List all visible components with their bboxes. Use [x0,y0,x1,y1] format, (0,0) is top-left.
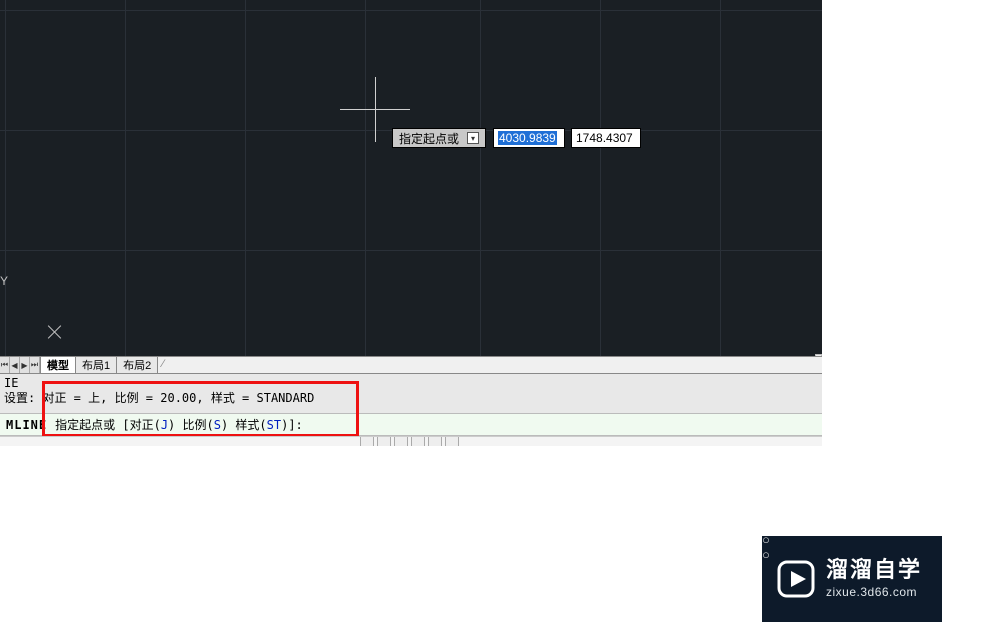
tab-layout1[interactable]: 布局1 [76,357,117,373]
play-logo-icon [776,559,816,599]
brand-title-zh: 溜溜自学 [826,559,922,581]
tab-model[interactable]: 模型 [41,357,76,373]
command-area: IE 设置: 对正 = 上, 比例 = 20.00, 样式 = STANDARD… [0,374,822,436]
tab-nav-last-icon[interactable]: ⏭ [30,357,40,373]
tab-end-divider: ∕ [158,357,168,373]
tabs-nav-buttons: ⏮ ◀ ▶ ⏭ [0,357,41,373]
tab-nav-prev-icon[interactable]: ◀ [10,357,20,373]
dynamic-input-prompt-text: 指定起点或 [399,130,459,147]
grid-line [245,0,246,356]
grid-line [720,0,721,356]
command-history-line: IE [4,376,820,391]
grid-line [0,10,822,11]
brand-watermark: ○ ○ 溜溜自学 zixue.3d66.com [762,536,942,622]
grid-line [365,0,366,356]
status-toggle-icon[interactable] [394,436,408,446]
brand-faint-text: ○ ○ [762,532,784,562]
command-option-st[interactable]: ST [267,418,281,432]
command-prompt-text: ) 比例( [168,418,214,432]
dynamic-input-prompt: 指定起点或 ▾ [392,128,486,148]
status-toggle-icon[interactable] [360,436,374,446]
tab-layout2-label: 布局2 [123,357,151,373]
drawing-canvas[interactable]: 指定起点或 ▾ 4030.9839 1748.4307 Y [0,0,822,356]
grid-line [125,0,126,356]
crosshair-horizontal [340,109,410,110]
command-history-line: 设置: 对正 = 上, 比例 = 20.00, 样式 = STANDARD [4,391,820,406]
status-toggle-icon[interactable] [411,436,425,446]
status-toggle-icon[interactable] [428,436,442,446]
tab-nav-first-icon[interactable]: ⏮ [0,357,10,373]
command-history: IE 设置: 对正 = 上, 比例 = 20.00, 样式 = STANDARD [0,374,822,414]
grid-line [0,250,822,251]
layout-tabs-bar: ⏮ ◀ ▶ ⏭ 模型 布局1 布局2 ∕ [0,356,822,374]
dynamic-input-y[interactable]: 1748.4307 [571,128,641,148]
status-bar-toggles [360,436,459,446]
grid-line [480,0,481,356]
command-prompt-text: ) 样式( [221,418,267,432]
command-prompt-text: 指定起点或 [对正( [55,418,161,432]
dynamic-input-x[interactable]: 4030.9839 [493,128,565,148]
status-bar [0,436,822,446]
command-prompt: 指定起点或 [对正(J) 比例(S) 样式(ST)]: [53,416,303,433]
dropdown-arrow-icon[interactable]: ▾ [467,132,479,144]
command-input-row[interactable]: MLINE 指定起点或 [对正(J) 比例(S) 样式(ST)]: [0,414,822,436]
tab-nav-next-icon[interactable]: ▶ [20,357,30,373]
command-option-s[interactable]: S [214,418,221,432]
brand-text: 溜溜自学 zixue.3d66.com [826,559,922,599]
command-prompt-text: )]: [281,418,303,432]
tab-model-label: 模型 [47,357,69,373]
command-option-j[interactable]: J [161,418,168,432]
command-name-label: MLINE [0,418,53,432]
ucs-origin-icon [48,325,62,339]
status-toggle-icon[interactable] [445,436,459,446]
status-toggle-icon[interactable] [377,436,391,446]
brand-subtitle-en: zixue.3d66.com [826,585,922,599]
dynamic-input-x-value: 4030.9839 [498,131,557,145]
tab-layout1-label: 布局1 [82,357,110,373]
tab-layout2[interactable]: 布局2 [117,357,158,373]
grid-line [5,0,6,356]
grid-line [600,0,601,356]
dynamic-input-y-value: 1748.4307 [576,131,633,145]
ucs-y-axis-label: Y [0,274,8,288]
